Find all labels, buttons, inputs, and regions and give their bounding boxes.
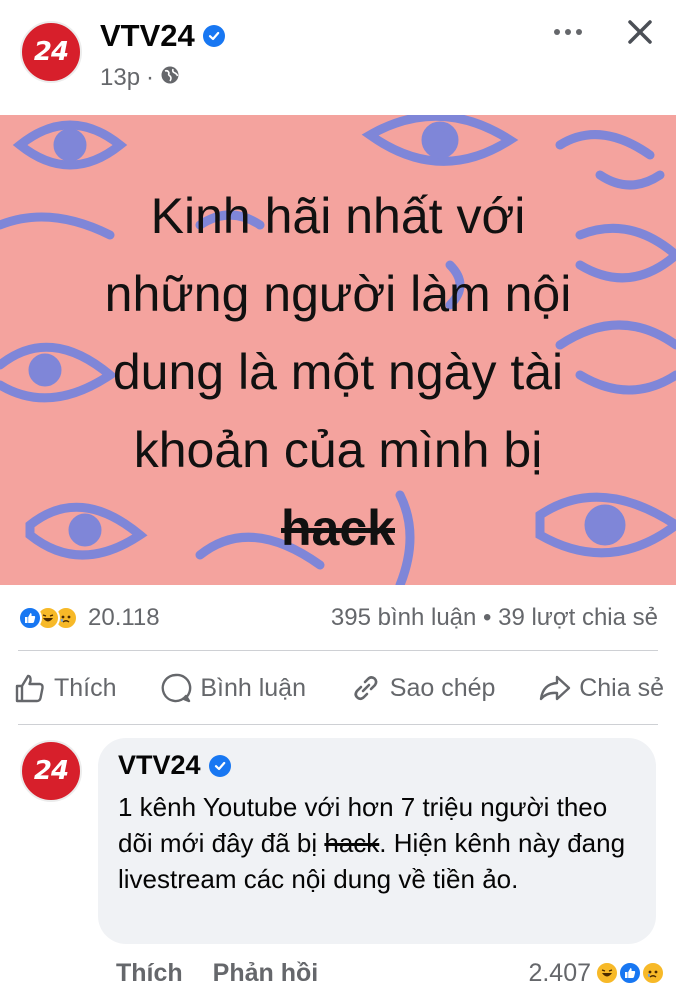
comment-button[interactable]: Bình luận <box>160 672 306 704</box>
comment-bubble: VTV24 1 kênh Youtube với hơn 7 triệu ngư… <box>98 738 656 944</box>
headline-strike-word: hack <box>281 500 395 556</box>
post-image[interactable]: Kinh hãi nhất với những người làm nội du… <box>0 115 676 585</box>
comment-avatar[interactable]: 24 <box>20 740 82 802</box>
comment-author-name: VTV24 <box>118 750 201 780</box>
headline-line: khoản của mình bị <box>133 422 543 478</box>
close-icon[interactable] <box>622 14 658 50</box>
comment-bubble-icon <box>161 673 192 703</box>
link-icon <box>354 676 378 701</box>
post-meta: 13p · <box>100 64 180 92</box>
comment-reply-link[interactable]: Phản hồi <box>213 959 319 988</box>
reactions-summary: 20.118 395 bình luận • 39 lượt chia sẻ <box>18 598 658 638</box>
page-name[interactable]: VTV24 <box>100 18 225 54</box>
divider <box>18 650 658 651</box>
comments-shares-count[interactable]: 395 bình luận • 39 lượt chia sẻ <box>331 604 658 632</box>
image-headline: Kinh hãi nhất với những người làm nội du… <box>0 177 676 567</box>
vtv24-logo: 24 <box>33 756 69 786</box>
comment-reaction-count: 2.407 <box>528 958 591 987</box>
verified-badge-icon <box>202 25 225 47</box>
reaction-icons[interactable] <box>18 606 78 630</box>
thumbs-up-icon <box>15 674 44 703</box>
comment-reactions[interactable]: 2.407 <box>528 958 665 988</box>
comment-text-strike: hack <box>324 828 380 858</box>
comment-like-link[interactable]: Thích <box>116 959 183 988</box>
comment-author[interactable]: VTV24 <box>118 750 636 781</box>
post-actions: Thích Bình luận Sao chép Chia sẻ <box>14 666 664 710</box>
more-options-icon[interactable] <box>551 20 585 44</box>
like-button[interactable]: Thích <box>14 673 117 703</box>
share-label: Chia sẻ <box>579 673 664 702</box>
headline-line: những người làm nội <box>104 266 572 322</box>
sad-reaction-icon <box>641 961 665 985</box>
divider <box>18 724 658 725</box>
post-time[interactable]: 13p <box>100 64 140 92</box>
comment-text: 1 kênh Youtube với hơn 7 triệu người the… <box>118 789 636 897</box>
page-name-text: VTV24 <box>100 18 195 53</box>
reaction-count[interactable]: 20.118 <box>88 604 160 632</box>
meta-separator: · <box>146 64 155 91</box>
comment-label: Bình luận <box>200 673 306 702</box>
page-avatar[interactable]: 24 <box>20 21 82 83</box>
like-reaction-icon <box>18 606 42 630</box>
haha-reaction-icon <box>595 961 619 985</box>
copy-button[interactable]: Sao chép <box>350 672 496 704</box>
share-arrow-icon <box>540 675 571 701</box>
globe-icon <box>160 64 180 92</box>
vtv24-logo: 24 <box>33 37 69 67</box>
like-label: Thích <box>54 673 117 702</box>
share-button[interactable]: Chia sẻ <box>539 673 664 703</box>
headline-line: Kinh hãi nhất với <box>150 188 526 244</box>
copy-label: Sao chép <box>389 673 496 702</box>
comment-footer: Thích Phản hồi 2.407 <box>116 953 665 993</box>
like-reaction-icon <box>618 961 642 985</box>
headline-line: dung là một ngày tài <box>112 344 564 400</box>
verified-badge-icon <box>208 754 231 777</box>
post-header: 24 VTV24 13p · <box>0 0 676 115</box>
